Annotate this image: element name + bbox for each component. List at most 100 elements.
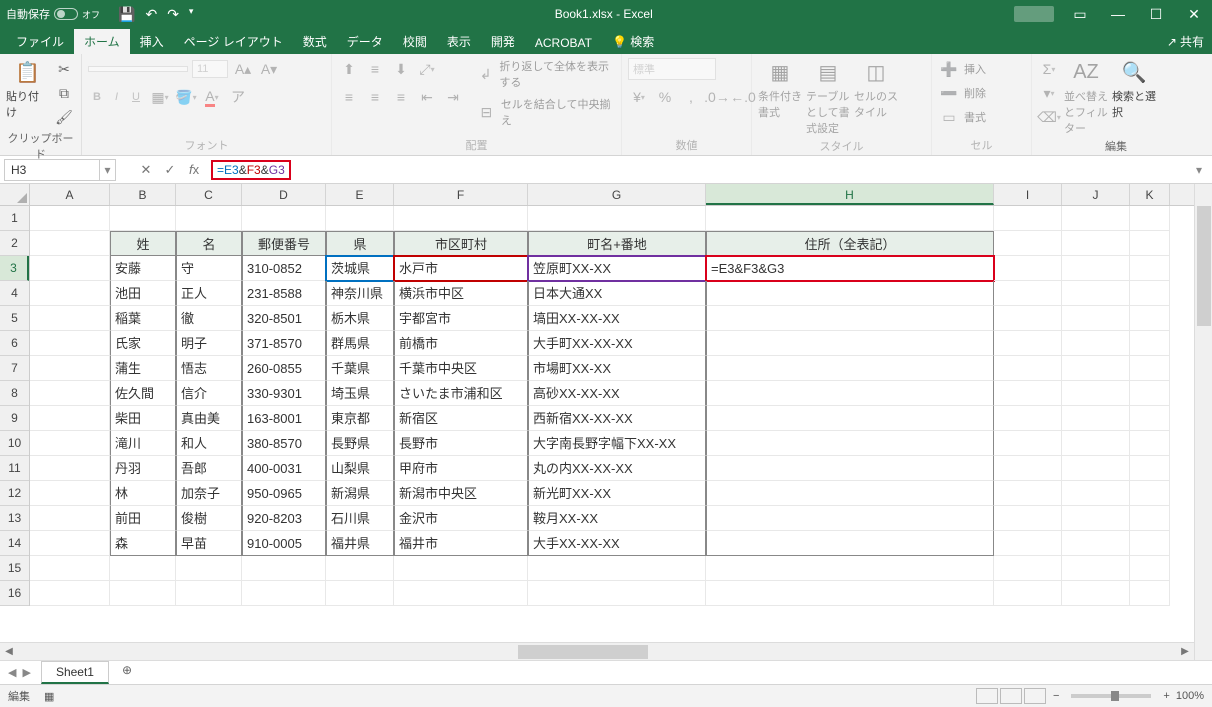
- cell-A5[interactable]: [30, 306, 110, 331]
- cell-D2[interactable]: 郵便番号: [242, 231, 326, 256]
- cell-E13[interactable]: 石川県: [326, 506, 394, 531]
- cell-K1[interactable]: [1130, 206, 1170, 231]
- cell-K6[interactable]: [1130, 331, 1170, 356]
- cell-F14[interactable]: 福井市: [394, 531, 528, 556]
- cell-H13[interactable]: [706, 506, 994, 531]
- name-box-dropdown[interactable]: ▾: [100, 159, 116, 181]
- cell-J11[interactable]: [1062, 456, 1130, 481]
- cell-B16[interactable]: [110, 581, 176, 606]
- tab-file[interactable]: ファイル: [6, 29, 74, 54]
- indent-dec-icon[interactable]: ⇤: [416, 86, 438, 108]
- zoom-slider[interactable]: [1071, 694, 1151, 698]
- expand-formula-bar-icon[interactable]: ▾: [1190, 163, 1208, 177]
- maximize-icon[interactable]: ☐: [1144, 6, 1168, 23]
- cell-I1[interactable]: [994, 206, 1062, 231]
- cell-K2[interactable]: [1130, 231, 1170, 256]
- row-header-8[interactable]: 8: [0, 381, 29, 406]
- cell-C3[interactable]: 守: [176, 256, 242, 281]
- find-select-button[interactable]: 🔍検索と選択: [1112, 58, 1156, 120]
- align-right-icon[interactable]: ≡: [390, 86, 412, 108]
- underline-button[interactable]: U: [127, 88, 145, 106]
- sheet-tab-1[interactable]: Sheet1: [41, 661, 109, 684]
- currency-icon[interactable]: ¥: [628, 86, 650, 108]
- name-box[interactable]: H3: [4, 159, 100, 181]
- cell-H15[interactable]: [706, 556, 994, 581]
- cell-H6[interactable]: [706, 331, 994, 356]
- cell-J4[interactable]: [1062, 281, 1130, 306]
- row-header-16[interactable]: 16: [0, 581, 29, 606]
- tab-view[interactable]: 表示: [437, 29, 481, 54]
- format-cells-icon[interactable]: ▭: [938, 106, 960, 128]
- tab-review[interactable]: 校閲: [393, 29, 437, 54]
- col-header-g[interactable]: G: [528, 184, 706, 205]
- cell-I15[interactable]: [994, 556, 1062, 581]
- cell-styles-button[interactable]: ◫セルのスタイル: [854, 58, 898, 120]
- cell-D12[interactable]: 950-0965: [242, 481, 326, 506]
- undo-icon[interactable]: ↶: [145, 6, 157, 23]
- col-header-k[interactable]: K: [1130, 184, 1170, 205]
- cell-D7[interactable]: 260-0855: [242, 356, 326, 381]
- cell-F3[interactable]: 水戸市: [394, 256, 528, 281]
- cell-C7[interactable]: 悟志: [176, 356, 242, 381]
- cell-G12[interactable]: 新光町XX-XX: [528, 481, 706, 506]
- cell-D4[interactable]: 231-8588: [242, 281, 326, 306]
- cell-A6[interactable]: [30, 331, 110, 356]
- col-header-b[interactable]: B: [110, 184, 176, 205]
- cell-I14[interactable]: [994, 531, 1062, 556]
- tab-formulas[interactable]: 数式: [293, 29, 337, 54]
- fill-color-icon[interactable]: 🪣: [175, 86, 197, 108]
- macro-record-icon[interactable]: ▦: [44, 690, 54, 703]
- sort-filter-button[interactable]: AZ並べ替えとフィルター: [1064, 58, 1108, 136]
- fill-icon[interactable]: ▾: [1038, 82, 1060, 104]
- cell-B4[interactable]: 池田: [110, 281, 176, 306]
- cell-A9[interactable]: [30, 406, 110, 431]
- cell-K3[interactable]: [1130, 256, 1170, 281]
- cell-D5[interactable]: 320-8501: [242, 306, 326, 331]
- cell-A11[interactable]: [30, 456, 110, 481]
- cell-K10[interactable]: [1130, 431, 1170, 456]
- cell-A7[interactable]: [30, 356, 110, 381]
- row-header-15[interactable]: 15: [0, 556, 29, 581]
- cell-J5[interactable]: [1062, 306, 1130, 331]
- col-header-j[interactable]: J: [1062, 184, 1130, 205]
- view-page-break-icon[interactable]: [1024, 688, 1046, 704]
- align-top-icon[interactable]: ⬆: [338, 58, 360, 80]
- cell-H14[interactable]: [706, 531, 994, 556]
- cell-D6[interactable]: 371-8570: [242, 331, 326, 356]
- cell-K14[interactable]: [1130, 531, 1170, 556]
- cell-F16[interactable]: [394, 581, 528, 606]
- cell-G1[interactable]: [528, 206, 706, 231]
- percent-icon[interactable]: %: [654, 86, 676, 108]
- col-header-d[interactable]: D: [242, 184, 326, 205]
- autosum-icon[interactable]: Σ: [1038, 58, 1060, 80]
- cell-K4[interactable]: [1130, 281, 1170, 306]
- cells-area[interactable]: 姓名郵便番号県市区町村町名+番地住所（全表記）安藤守310-0852茨城県水戸市…: [30, 206, 1194, 642]
- insert-cells-icon[interactable]: ➕: [938, 58, 960, 80]
- select-all-corner[interactable]: [0, 184, 30, 206]
- zoom-value[interactable]: 100%: [1176, 690, 1204, 702]
- cell-F13[interactable]: 金沢市: [394, 506, 528, 531]
- cell-C1[interactable]: [176, 206, 242, 231]
- add-sheet-button[interactable]: ⊕: [117, 663, 137, 683]
- cell-E4[interactable]: 神奈川県: [326, 281, 394, 306]
- cell-D8[interactable]: 330-9301: [242, 381, 326, 406]
- cell-K12[interactable]: [1130, 481, 1170, 506]
- cell-G2[interactable]: 町名+番地: [528, 231, 706, 256]
- col-header-h[interactable]: H: [706, 184, 994, 205]
- cell-C16[interactable]: [176, 581, 242, 606]
- cell-C12[interactable]: 加奈子: [176, 481, 242, 506]
- cell-A3[interactable]: [30, 256, 110, 281]
- cell-B5[interactable]: 稲葉: [110, 306, 176, 331]
- cell-D16[interactable]: [242, 581, 326, 606]
- autosave-toggle[interactable]: 自動保存 オフ: [6, 6, 100, 22]
- cell-A14[interactable]: [30, 531, 110, 556]
- cell-B8[interactable]: 佐久間: [110, 381, 176, 406]
- cell-G8[interactable]: 高砂XX-XX-XX: [528, 381, 706, 406]
- cell-J15[interactable]: [1062, 556, 1130, 581]
- cell-G10[interactable]: 大字南長野字幅下XX-XX: [528, 431, 706, 456]
- cell-G7[interactable]: 市場町XX-XX: [528, 356, 706, 381]
- row-header-10[interactable]: 10: [0, 431, 29, 456]
- cell-H3[interactable]: =E3&F3&G3: [706, 256, 994, 281]
- tab-home[interactable]: ホーム: [74, 29, 130, 54]
- cell-A8[interactable]: [30, 381, 110, 406]
